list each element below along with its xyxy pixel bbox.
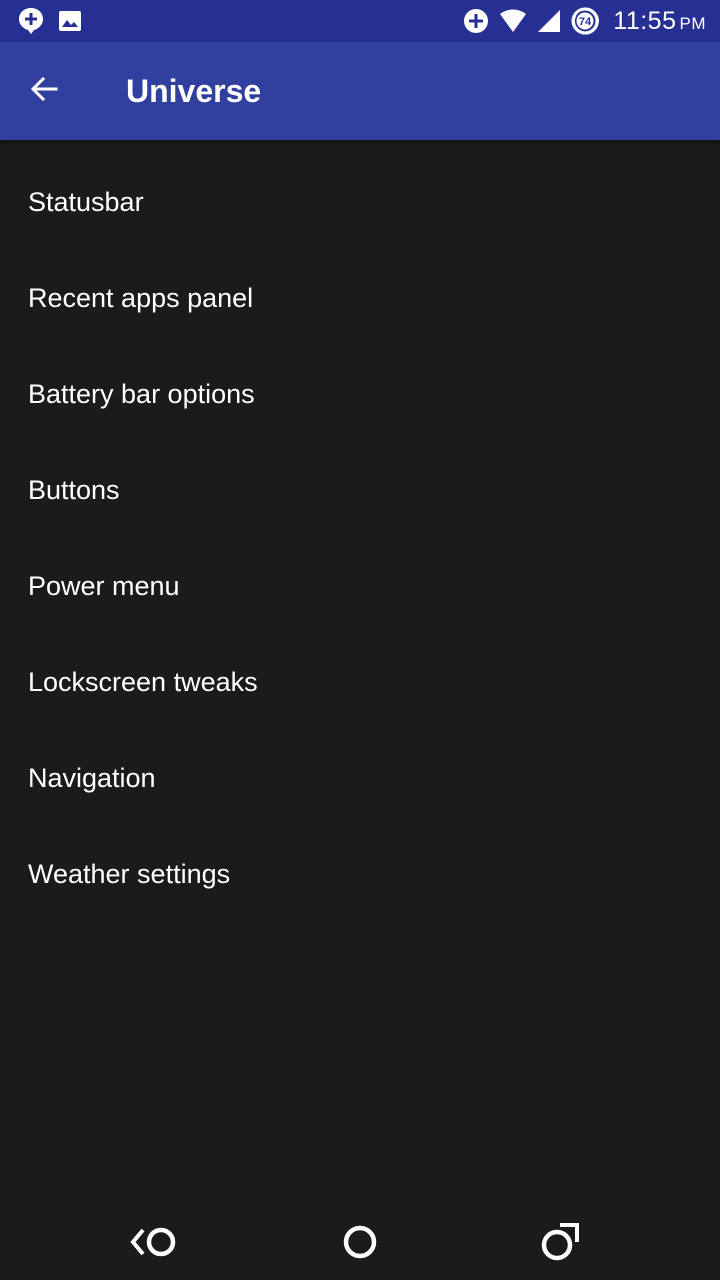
nav-back-button[interactable] xyxy=(119,1216,191,1272)
nav-recents-button[interactable] xyxy=(524,1216,596,1272)
navigation-bar xyxy=(0,1208,720,1280)
status-bar: 74 11:55 PM xyxy=(0,0,720,42)
settings-item-statusbar[interactable]: Statusbar xyxy=(0,140,720,236)
data-saver-icon xyxy=(463,8,489,34)
settings-item-power-menu[interactable]: Power menu xyxy=(0,524,720,620)
status-bar-right: 74 11:55 PM xyxy=(463,0,706,42)
image-icon xyxy=(58,9,82,33)
page-title: Universe xyxy=(126,73,262,109)
status-time-ampm: PM xyxy=(679,13,706,33)
wifi-icon xyxy=(499,9,527,33)
cell-signal-icon xyxy=(537,9,561,33)
settings-item-lockscreen-tweaks[interactable]: Lockscreen tweaks xyxy=(0,620,720,716)
battery-icon: 74 xyxy=(571,7,600,35)
settings-item-navigation[interactable]: Navigation xyxy=(0,716,720,812)
app-bar: Universe xyxy=(0,42,720,140)
settings-item-buttons[interactable]: Buttons xyxy=(0,428,720,524)
settings-item-weather-settings[interactable]: Weather settings xyxy=(0,812,720,908)
nav-home-button[interactable] xyxy=(324,1216,396,1272)
settings-item-recent-apps-panel[interactable]: Recent apps panel xyxy=(0,236,720,332)
status-time-value: 11:55 xyxy=(613,6,677,35)
back-button[interactable] xyxy=(20,67,68,115)
location-pin-plus-icon xyxy=(18,7,44,35)
recents-icon xyxy=(540,1222,580,1267)
status-time: 11:55 PM xyxy=(613,7,706,36)
settings-item-battery-bar-options[interactable]: Battery bar options xyxy=(0,332,720,428)
home-icon xyxy=(342,1224,378,1265)
battery-level: 74 xyxy=(579,16,592,28)
back-icon xyxy=(130,1225,180,1264)
status-bar-left xyxy=(18,0,96,42)
settings-list: Statusbar Recent apps panel Battery bar … xyxy=(0,140,720,908)
arrow-left-icon xyxy=(29,74,59,109)
